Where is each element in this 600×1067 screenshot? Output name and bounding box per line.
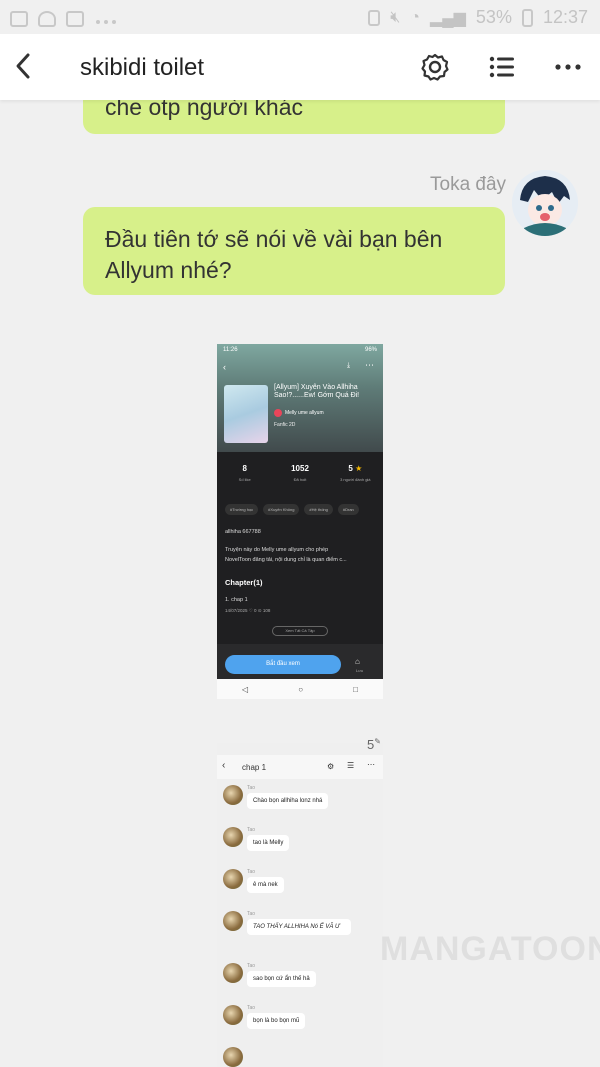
tag: #Xuyên Không — [263, 504, 300, 515]
ghost-notification-icon — [38, 10, 56, 27]
nav-recent-icon: □ — [353, 684, 358, 694]
chapter-list-button[interactable] — [483, 48, 521, 86]
see-all-chapters: Xem Tất Cả Tập — [272, 626, 328, 636]
back-button[interactable] — [10, 48, 40, 84]
pencil-icon: ✎ — [374, 737, 381, 746]
chapter-meta: 14/07/2025 ♡ 0 ⊙ 108 — [225, 608, 271, 613]
chat-header: skibidi toilet — [0, 34, 600, 100]
vibrate-icon — [368, 9, 381, 26]
avatar[interactable] — [512, 170, 578, 236]
stat-reads: 1052 Đã hoit — [291, 464, 309, 482]
mute-icon: 🔇︎ — [390, 8, 401, 26]
avatar — [223, 911, 243, 931]
nav-back-icon: ◁ — [242, 684, 249, 694]
tag: #Trường học — [225, 504, 259, 515]
message-bubble: sao bọn cứ ẩn thế hả — [247, 971, 316, 987]
start-reading-button: Bắt đầu xem — [225, 655, 341, 674]
chapter-name: 1. chap 1 — [225, 597, 248, 603]
sender-name: Toka đây — [430, 174, 507, 195]
avatar — [223, 827, 243, 847]
message-notification-icon — [66, 10, 84, 27]
more-horizontal-icon: ⋯ — [365, 360, 374, 370]
nav-home-icon: ○ — [298, 684, 304, 694]
chat-screenshot-image[interactable]: ‹ chap 1 ⚙ ☰ ⋯ Tao Chào bọn allhiha lonz… — [217, 743, 383, 1067]
chevron-left-icon: ‹ — [223, 362, 226, 372]
system-nav-bar: ◁ ○ □ — [217, 679, 383, 699]
list-icon: ☰ — [347, 761, 355, 770]
screenshot-status-bar: 11:26 96% — [223, 347, 377, 353]
story-author: Melly ume allyum — [274, 409, 324, 417]
list-icon — [489, 56, 514, 78]
author-avatar-icon — [274, 409, 282, 417]
battery-level: 53% — [475, 7, 512, 27]
story-genre: Fanfic 2D — [274, 422, 296, 428]
tag: #Dran — [337, 504, 359, 515]
story-screenshot-image[interactable]: 11:26 96% ‹ ⤓ ⋯ [Allyum] Xuyên Vào Allhi… — [217, 344, 383, 699]
stat-rating: 5 ★ 3 người đánh giá — [340, 464, 371, 482]
message-bubble: tao là Melly — [247, 835, 290, 851]
status-bar: 🔇︎ ◔ ▂▄▆ 53% 12:37 — [0, 0, 600, 34]
chevron-left-icon — [16, 53, 30, 79]
character-avatar-icon — [512, 170, 578, 236]
page-title: skibidi toilet — [80, 54, 205, 81]
avatar — [223, 1047, 243, 1067]
story-stats: 8 Số like 1052 Đã hoit 5 ★ 3 người đánh … — [217, 456, 383, 494]
screenshot-chat-title: chap 1 — [242, 763, 267, 772]
story-description-line: NovelToon đăng tải, nội dung chỉ là quan… — [225, 557, 347, 563]
wifi-icon: ◔ — [410, 8, 420, 26]
story-description-line: Truyện này do Melly ume allyum cho phép — [225, 547, 329, 553]
tag: #Hệ thống — [304, 504, 333, 515]
more-notifications-icon — [94, 8, 118, 29]
message-bubble: TAO THẤY ALLHIHA Nó Ế VÃ Ư — [247, 919, 351, 935]
signal-icon: ▂▄▆ — [429, 9, 466, 27]
avatar — [223, 1005, 243, 1025]
more-options-button[interactable] — [549, 48, 587, 86]
avatar — [223, 963, 243, 983]
message-bubble: ê mà nek — [247, 877, 284, 893]
save-label: Lưu — [356, 668, 364, 673]
story-tags: #Trường học #Xuyên Không #Hệ thống #Dran — [225, 504, 359, 515]
message-text-line: Đầu tiên tớ sẽ nói về vài bạn bên — [105, 226, 443, 252]
status-left-icons — [10, 8, 118, 29]
download-icon: ⤓ — [347, 362, 351, 369]
story-title: [Allyum] Xuyên Vào Allhiha Sao!?......Ew… — [274, 384, 360, 399]
avatar — [223, 785, 243, 805]
story-cover — [224, 385, 268, 443]
gallery-notification-icon — [10, 10, 28, 27]
status-right-icons: 🔇︎ ◔ ▂▄▆ 53% 12:37 — [368, 7, 588, 28]
comment-count-badge[interactable]: 5✎ — [367, 737, 391, 757]
chapters-heading: Chapter(1) — [225, 578, 263, 587]
settings-button[interactable] — [416, 48, 454, 86]
gear-icon: ⚙ — [327, 762, 335, 771]
screenshot-status-bar — [217, 743, 383, 755]
star-icon: ★ — [355, 464, 363, 473]
chevron-left-icon: ‹ — [222, 760, 226, 771]
message-bubble: Chào bọn allhiha lonz nhá — [247, 793, 329, 809]
story-intro-title: allhiha 667788 — [225, 529, 261, 535]
gear-icon — [421, 53, 449, 81]
message-bubble[interactable]: Đầu tiên tớ sẽ nói về vài bạn bên Allyum… — [83, 207, 505, 295]
message-bubble: bọn là bo bọn mũ — [247, 1013, 306, 1029]
more-horizontal-icon: ⋯ — [367, 760, 375, 769]
avatar — [223, 869, 243, 889]
clock: 12:37 — [542, 7, 588, 27]
comment-icon: ⌂ — [355, 657, 360, 666]
message-text-line: Allyum nhé? — [105, 257, 232, 283]
battery-icon — [521, 8, 533, 27]
stat-likes: 8 Số like — [238, 464, 251, 482]
watermark: MANGATOON — [380, 930, 600, 968]
more-horizontal-icon — [555, 64, 581, 70]
